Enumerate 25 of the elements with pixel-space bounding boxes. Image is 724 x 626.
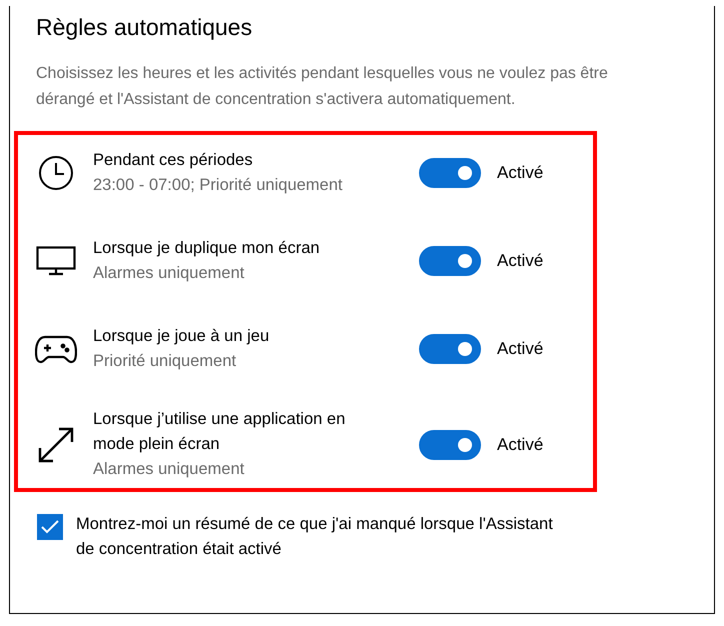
clock-icon [38,155,74,191]
rule-title: Pendant ces périodes [93,150,254,171]
monitor-icon [36,246,76,276]
toggle-switch[interactable] [419,158,481,188]
toggle-switch[interactable] [419,246,481,276]
rule-title: Lorsque je duplique mon écran [93,238,321,259]
toggle-state-label: Activé [497,163,544,183]
checkbox[interactable] [37,514,63,540]
section-title: Règles automatiques [35,13,254,41]
rule-subtitle: Alarmes uniquement [93,459,246,480]
toggle-state-label: Activé [497,339,544,359]
toggle-state-label: Activé [497,434,544,454]
toggle-state-label: Activé [497,251,544,271]
expand-icon [36,426,74,464]
rule-subtitle: Alarmes uniquement [93,263,246,284]
toggle-switch[interactable] [419,334,481,364]
checkbox-label: Montrez-moi un résumé de ce que j'ai manqué lorsque l'Assistant de concentration était activé [76,514,554,560]
toggle-switch[interactable] [419,430,481,460]
rule-subtitle: Priorité uniquement [93,351,238,372]
rule-title: Lorsque je joue à un jeu [93,326,270,347]
description-text: Choisissez les heures et les activités pendant lesquelles vous ne voulez pas être dérangé et l'Assistant de concentration s'activera automatiquement. [36,64,609,110]
gamepad-icon [34,334,76,364]
checkmark-icon [41,520,59,534]
rule-subtitle: 23:00 - 07:00; Priorité uniquement [93,175,344,196]
rule-title: Lorsque j’utilise une application en mode plein écran [93,409,346,455]
